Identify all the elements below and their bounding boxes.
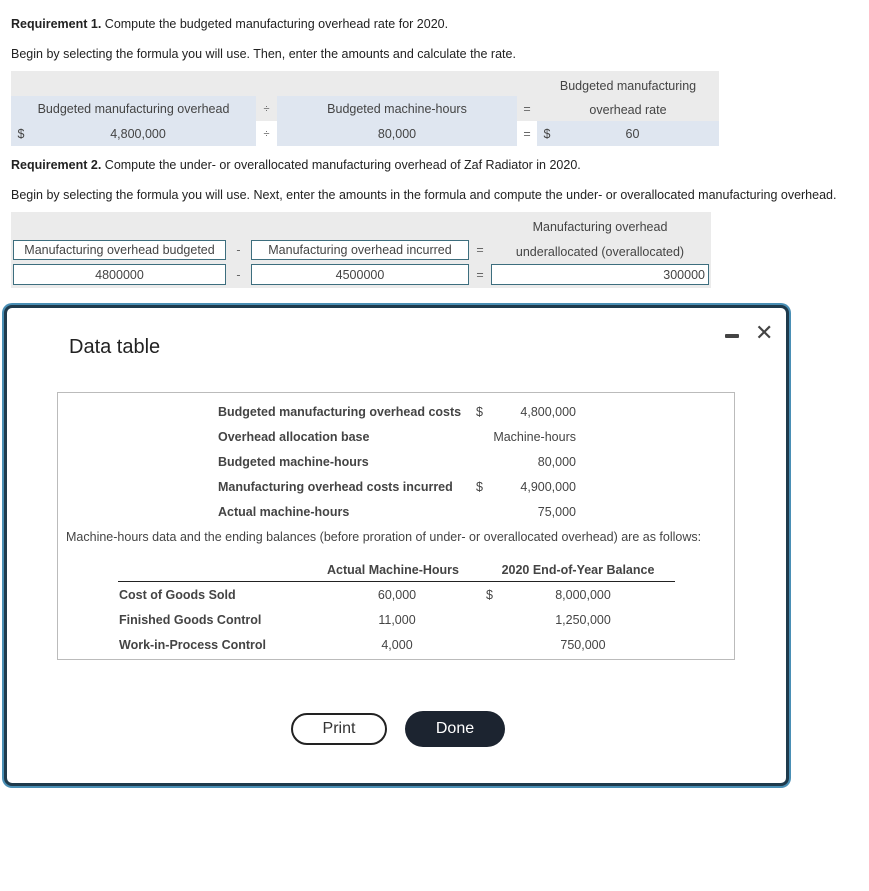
column-header: Actual Machine-Hours bbox=[327, 563, 459, 577]
row-hours: 4,000 bbox=[381, 638, 413, 652]
req1-op-2: = bbox=[523, 101, 531, 116]
row-balance: 1,250,000 bbox=[555, 613, 611, 627]
req2-title-bold: Requirement 2. bbox=[11, 158, 102, 172]
fact-label: Overhead allocation base bbox=[218, 430, 370, 444]
header-rule bbox=[118, 581, 675, 582]
req1-title-text: Compute the budgeted manufacturing overh… bbox=[101, 17, 449, 31]
fact-value: 80,000 bbox=[537, 455, 576, 469]
column-header: 2020 End-of-Year Balance bbox=[501, 563, 655, 577]
fact-value: 4,900,000 bbox=[520, 480, 576, 494]
req2-value-1-input[interactable]: 4800000 bbox=[13, 264, 226, 285]
req2-op-1: - bbox=[236, 243, 241, 257]
req2-instruction: Begin by selecting the formula you will … bbox=[11, 188, 837, 202]
req1-value-op-2: = bbox=[523, 126, 531, 141]
req1-label-1[interactable]: Budgeted manufacturing overhead bbox=[11, 96, 256, 121]
req1-result-label-1: Budgeted manufacturing bbox=[559, 78, 697, 93]
req2-result-label-1: Manufacturing overhead bbox=[532, 220, 668, 234]
fact-currency: $ bbox=[476, 405, 483, 419]
fact-label: Budgeted manufacturing overhead costs bbox=[218, 405, 462, 419]
req1-value-op-1: ÷ bbox=[263, 127, 270, 140]
fact-value: 4,800,000 bbox=[520, 405, 576, 419]
req2-value-op-1: - bbox=[236, 267, 241, 282]
row-account: Finished Goods Control bbox=[119, 613, 262, 627]
req1-currency-1: $ bbox=[17, 126, 25, 141]
req2-value-op-2: = bbox=[476, 267, 484, 282]
fact-value: Machine-hours bbox=[493, 430, 576, 444]
row-currency: $ bbox=[486, 588, 493, 602]
fact-label: Manufacturing overhead costs incurred bbox=[218, 480, 453, 494]
req2-label-1-select[interactable]: Manufacturing overhead budgeted bbox=[13, 240, 226, 260]
data-table-modal: Data table ✕ Budgeted manufacturing over… bbox=[4, 305, 789, 786]
req1-title-bold: Requirement 1. bbox=[11, 17, 102, 31]
row-balance: 8,000,000 bbox=[555, 588, 611, 602]
done-button[interactable]: Done bbox=[405, 711, 505, 747]
req2-label-2-select[interactable]: Manufacturing overhead incurred bbox=[251, 240, 469, 260]
row-balance: 750,000 bbox=[560, 638, 606, 652]
row-account: Cost of Goods Sold bbox=[119, 588, 236, 602]
req1-value-2[interactable]: 80,000 bbox=[277, 121, 517, 146]
req1-label-2[interactable]: Budgeted machine-hours bbox=[277, 96, 517, 121]
fact-label: Budgeted machine-hours bbox=[218, 455, 369, 469]
req1-result-value[interactable]: 60 bbox=[555, 121, 710, 146]
req2-result-label-2: underallocated (overallocated) bbox=[515, 245, 685, 259]
req1-result-label-2: overhead rate bbox=[589, 102, 667, 117]
close-icon[interactable]: ✕ bbox=[755, 322, 773, 344]
data-table-box: Budgeted manufacturing overhead costs $ … bbox=[57, 392, 735, 660]
print-button[interactable]: Print bbox=[291, 713, 387, 745]
fact-value: 75,000 bbox=[537, 505, 576, 519]
req1-currency-result: $ bbox=[543, 126, 551, 141]
row-hours: 60,000 bbox=[377, 588, 417, 602]
req2-title-text: Compute the under- or overallocated manu… bbox=[101, 158, 581, 172]
req1-instruction: Begin by selecting the formula you will … bbox=[11, 47, 516, 61]
req2-value-2-input[interactable]: 4500000 bbox=[251, 264, 469, 285]
row-account: Work-in-Process Control bbox=[119, 638, 267, 652]
req1-value-1[interactable]: 4,800,000 bbox=[28, 121, 248, 146]
fact-label: Actual machine-hours bbox=[218, 505, 350, 519]
req1-title: Requirement 1. Compute the budgeted manu… bbox=[11, 17, 448, 31]
req1-op-1: ÷ bbox=[263, 102, 270, 115]
req2-result-input[interactable]: 300000 bbox=[491, 264, 709, 285]
req2-title: Requirement 2. Compute the under- or ove… bbox=[11, 158, 581, 172]
modal-title: Data table bbox=[69, 336, 161, 358]
data-note: Machine-hours data and the ending balanc… bbox=[66, 530, 702, 544]
minimize-icon[interactable] bbox=[725, 334, 739, 338]
req2-op-2: = bbox=[476, 243, 484, 257]
fact-currency: $ bbox=[476, 480, 483, 494]
row-hours: 11,000 bbox=[378, 613, 416, 627]
